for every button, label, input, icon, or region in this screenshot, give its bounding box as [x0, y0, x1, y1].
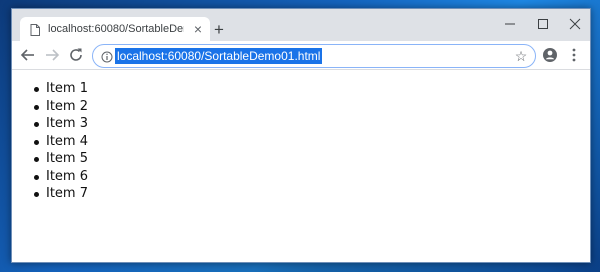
bullet — [34, 87, 39, 92]
list-item-label: Item 1 — [46, 81, 88, 96]
account-icon[interactable] — [542, 47, 558, 63]
bullet — [34, 122, 39, 127]
list-item[interactable]: Item 1 — [34, 80, 88, 98]
list-item[interactable]: Item 7 — [34, 185, 88, 203]
bullet — [34, 139, 39, 145]
maximize-button[interactable] — [528, 13, 558, 35]
browser-toolbar: localhost:60080/SortableDemo01.html ☆ — [12, 41, 590, 70]
info-icon[interactable] — [101, 50, 113, 63]
minimize-button[interactable] — [495, 13, 525, 35]
list-item-label: Item 3 — [46, 116, 88, 131]
tab-title: localhost:60080/SortableDemo01.html — [48, 23, 184, 35]
reload-button[interactable] — [66, 45, 86, 65]
list-item-label: Item 5 — [46, 151, 88, 166]
bullet — [34, 104, 39, 110]
list-item-label: Item 6 — [46, 168, 88, 184]
url-text[interactable]: localhost:60080/SortableDemo01.html — [115, 48, 323, 64]
title-bar: localhost:60080/SortableDemo01.html × + — [12, 9, 590, 41]
address-bar[interactable]: localhost:60080/SortableDemo01.html ☆ — [92, 44, 536, 68]
page-content: Item 1 Item 2 Item 3 Item 4 Item 5 Item … — [12, 70, 590, 262]
list-item-label: Item 2 — [46, 98, 88, 114]
arrow-right-icon — [46, 49, 60, 61]
kebab-menu-icon[interactable] — [568, 45, 580, 65]
list-item[interactable]: Item 5 — [34, 150, 88, 168]
list-item[interactable]: Item 3 — [34, 115, 88, 133]
list-item-label: Item 4 — [46, 133, 88, 149]
browser-tab[interactable]: localhost:60080/SortableDemo01.html × — [20, 17, 210, 41]
new-tab-button[interactable]: + — [210, 21, 228, 39]
forward-button[interactable] — [42, 45, 62, 65]
list-item[interactable]: Item 4 — [34, 133, 88, 151]
bullet — [34, 174, 39, 180]
list-item[interactable]: Item 6 — [34, 168, 88, 186]
tab-close-button[interactable]: × — [190, 21, 206, 37]
page-icon — [30, 23, 40, 36]
sortable-list: Item 1 Item 2 Item 3 Item 4 Item 5 Item … — [34, 80, 88, 203]
list-item-label: Item 7 — [46, 186, 88, 201]
close-window-button[interactable] — [560, 13, 590, 35]
list-item[interactable]: Item 2 — [34, 98, 88, 116]
browser-window: localhost:60080/SortableDemo01.html × + — [11, 8, 591, 263]
bullet — [34, 192, 39, 197]
star-icon[interactable]: ☆ — [513, 47, 529, 65]
arrow-left-icon — [20, 49, 34, 61]
bullet — [34, 157, 39, 162]
reload-icon — [70, 48, 82, 61]
back-button[interactable] — [18, 45, 38, 65]
